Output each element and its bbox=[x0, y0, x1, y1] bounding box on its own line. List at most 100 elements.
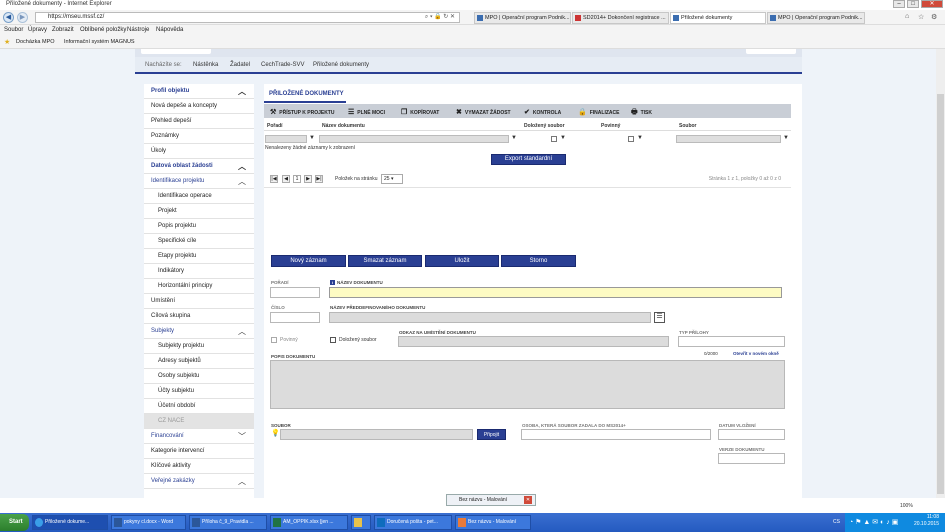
sidebar-item-datova-oblast[interactable]: Datová oblast žádosti ︿ bbox=[144, 159, 254, 174]
home-icon[interactable]: ⌂ bbox=[905, 13, 909, 20]
novy-zaznam-button[interactable]: Nový záznam bbox=[271, 255, 346, 267]
menu-napoveda[interactable]: Nápověda bbox=[156, 27, 183, 33]
smazat-zaznam-button[interactable]: Smazat záznam bbox=[348, 255, 422, 267]
close-icon[interactable]: ✕ bbox=[524, 496, 532, 504]
filter-icon[interactable]: ▼ bbox=[560, 135, 566, 141]
vymazat-button[interactable]: ✖ VYMAZAT ŽÁDOST bbox=[456, 108, 511, 116]
dolozeny-checkbox[interactable] bbox=[330, 337, 336, 343]
menu-zobrazit[interactable]: Zobrazit bbox=[52, 27, 74, 33]
taskbar-excel[interactable]: AM_OPPIK.xlsx [jen ... bbox=[270, 515, 348, 530]
filter-soubor[interactable] bbox=[676, 135, 781, 143]
star-icon[interactable]: ☆ bbox=[918, 13, 924, 21]
col-povinny[interactable]: Povinný bbox=[601, 123, 620, 129]
typ-prilohy-input[interactable] bbox=[678, 336, 785, 347]
sidebar-item-identifikace-projektu[interactable]: Identifikace projektu ︿ bbox=[144, 174, 254, 189]
sidebar-item-horizontalni[interactable]: Horizontální principy bbox=[144, 279, 254, 294]
filter-dolozeny-checkbox[interactable] bbox=[551, 136, 557, 142]
breadcrumb-cechtrade[interactable]: CechTrade-SVV bbox=[261, 62, 304, 68]
tray-icons[interactable]: ◔ ⚑ ▲ ✉ ◐ ♪ ▣ bbox=[849, 518, 898, 526]
tab-1[interactable]: MPO | Operační program Podnik... bbox=[474, 12, 571, 24]
back-icon[interactable]: ◀ bbox=[3, 12, 14, 23]
zoom-level[interactable]: 100% bbox=[900, 503, 913, 509]
breadcrumb-zadatel[interactable]: Žadatel bbox=[230, 62, 250, 68]
sidebar-item-cilova-skupina[interactable]: Cílová skupina bbox=[144, 309, 254, 324]
start-button[interactable]: Start bbox=[0, 514, 29, 531]
sidebar-item-ucetni-obdobi[interactable]: Účetní období bbox=[144, 399, 254, 414]
close-button[interactable]: ✕ bbox=[921, 0, 943, 8]
col-poradi[interactable]: Pořadí bbox=[267, 123, 283, 129]
page-scrollbar[interactable] bbox=[936, 49, 945, 498]
minimize-button[interactable]: – bbox=[893, 0, 905, 8]
sidebar-item-ucty[interactable]: Účty subjektu bbox=[144, 384, 254, 399]
col-soubor[interactable]: Soubor bbox=[679, 123, 697, 129]
language-indicator[interactable]: CS bbox=[833, 519, 840, 525]
plne-moci-button[interactable]: ☰ PLNÉ MOCI bbox=[348, 108, 385, 116]
filter-icon[interactable]: ▼ bbox=[511, 135, 517, 141]
sidebar-item-indikatory[interactable]: Indikátory bbox=[144, 264, 254, 279]
cislo-input[interactable] bbox=[270, 312, 320, 323]
sidebar-item-projekt[interactable]: Projekt bbox=[144, 204, 254, 219]
tab-4[interactable]: MPO | Operační program Podnik... bbox=[767, 12, 865, 24]
pristup-button[interactable]: ⚒ PŘÍSTUP K PROJEKTU bbox=[270, 108, 334, 116]
storno-button[interactable]: Storno bbox=[501, 255, 576, 267]
breadcrumb-prilozene[interactable]: Přiložené dokumenty bbox=[313, 62, 369, 68]
favorite-magnus[interactable]: Informační systém MAGNUS bbox=[64, 39, 135, 45]
sidebar-item-etapy[interactable]: Etapy projektu bbox=[144, 249, 254, 264]
maximize-button[interactable]: □ bbox=[907, 0, 919, 8]
taskbar-word-2[interactable]: Příloha č_9_Pravidla ... bbox=[189, 515, 267, 530]
taskbar-paint[interactable]: Bez názvu - Malování bbox=[455, 515, 531, 530]
sidebar-item-verejne-zakazky[interactable]: Veřejné zakázky ︿ bbox=[144, 474, 254, 489]
open-new-window-link[interactable]: Otevřít v novém okně bbox=[733, 351, 779, 356]
menu-upravy[interactable]: Úpravy bbox=[28, 27, 47, 33]
list-icon[interactable]: ☰ bbox=[654, 312, 665, 323]
gear-icon[interactable]: ⚙ bbox=[931, 13, 937, 21]
col-nazev[interactable]: Název dokumentu bbox=[322, 123, 365, 129]
tab-2[interactable]: SD2014+ Dokončení registrace ... bbox=[572, 12, 669, 24]
sidebar-item-specificke-cile[interactable]: Specifické cíle bbox=[144, 234, 254, 249]
sidebar-item-klicove-aktivity[interactable]: Klíčové aktivity bbox=[144, 459, 254, 474]
kontrola-button[interactable]: ✔ KONTROLA bbox=[524, 108, 561, 116]
sidebar-item-osoby[interactable]: Osoby subjektu bbox=[144, 369, 254, 384]
favorite-dochazka[interactable]: Docházka MPO bbox=[16, 39, 55, 45]
sidebar-item-ukoly[interactable]: Úkoly bbox=[144, 144, 254, 159]
prev-page-button[interactable]: ◀ bbox=[282, 175, 290, 183]
filter-povinny-checkbox[interactable] bbox=[628, 136, 634, 142]
breadcrumb-nastenka[interactable]: Nástěnka bbox=[193, 62, 218, 68]
favorites-star-icon[interactable]: ★ bbox=[4, 38, 10, 46]
clock[interactable]: 11:08 20.10.2015 bbox=[914, 514, 939, 528]
sidebar-item-umisteni[interactable]: Umístění bbox=[144, 294, 254, 309]
filter-poradi[interactable] bbox=[265, 135, 307, 143]
col-dolozeny[interactable]: Doložený soubor bbox=[524, 123, 565, 129]
filter-nazev[interactable] bbox=[319, 135, 509, 143]
sidebar-item-popis-projektu[interactable]: Popis projektu bbox=[144, 219, 254, 234]
menu-nastroje[interactable]: Nástroje bbox=[127, 27, 149, 33]
export-button[interactable]: Export standardní bbox=[491, 154, 566, 165]
page-number[interactable]: 1 bbox=[293, 175, 301, 183]
finalizace-button[interactable]: 🔒 FINALIZACE bbox=[578, 108, 619, 116]
sidebar-item-poznamky[interactable]: Poznámky bbox=[144, 129, 254, 144]
filter-icon[interactable]: ▼ bbox=[637, 135, 643, 141]
poradi-input[interactable] bbox=[270, 287, 320, 298]
tisk-button[interactable]: 🖶 TISK bbox=[631, 108, 652, 119]
menu-oblibene[interactable]: Oblíbené položky bbox=[80, 27, 126, 33]
menu-soubor[interactable]: Soubor bbox=[4, 27, 23, 33]
ulozit-button[interactable]: Uložit bbox=[425, 255, 499, 267]
taskbar-preview[interactable]: Bez názvu - Malování ✕ bbox=[446, 494, 536, 506]
taskbar-word-1[interactable]: pokyny cl.docx - Word bbox=[111, 515, 186, 530]
forward-icon[interactable]: ▶ bbox=[17, 12, 28, 23]
sidebar-item-adresy[interactable]: Adresy subjektů bbox=[144, 354, 254, 369]
taskbar-outlook[interactable]: Doručená pošta - pet... bbox=[374, 515, 452, 530]
sidebar-item-kategorie[interactable]: Kategorie intervencí bbox=[144, 444, 254, 459]
kopirovat-button[interactable]: ❐ KOPÍROVAT bbox=[401, 108, 439, 116]
pripojit-button[interactable]: Připojit bbox=[477, 429, 506, 440]
taskbar-ie[interactable]: Přiložené dokume... bbox=[32, 515, 108, 530]
filter-icon[interactable]: ▼ bbox=[783, 135, 789, 141]
per-page-select[interactable]: 25 ▾ bbox=[381, 174, 403, 184]
last-page-button[interactable]: ▶| bbox=[315, 175, 323, 183]
address-bar[interactable]: https://mseu.mssf.cz/ ⌕ ▾ 🔒 ↻ ✕ bbox=[35, 12, 460, 23]
sidebar-item-subjekty[interactable]: Subjekty ︿ bbox=[144, 324, 254, 339]
tab-3[interactable]: Přiložené dokumenty bbox=[670, 12, 766, 24]
sidebar-item-identifikace-operace[interactable]: Identifikace operace bbox=[144, 189, 254, 204]
sidebar-item-profil[interactable]: Profil objektu ︿ bbox=[144, 84, 254, 99]
next-page-button[interactable]: ▶ bbox=[304, 175, 312, 183]
